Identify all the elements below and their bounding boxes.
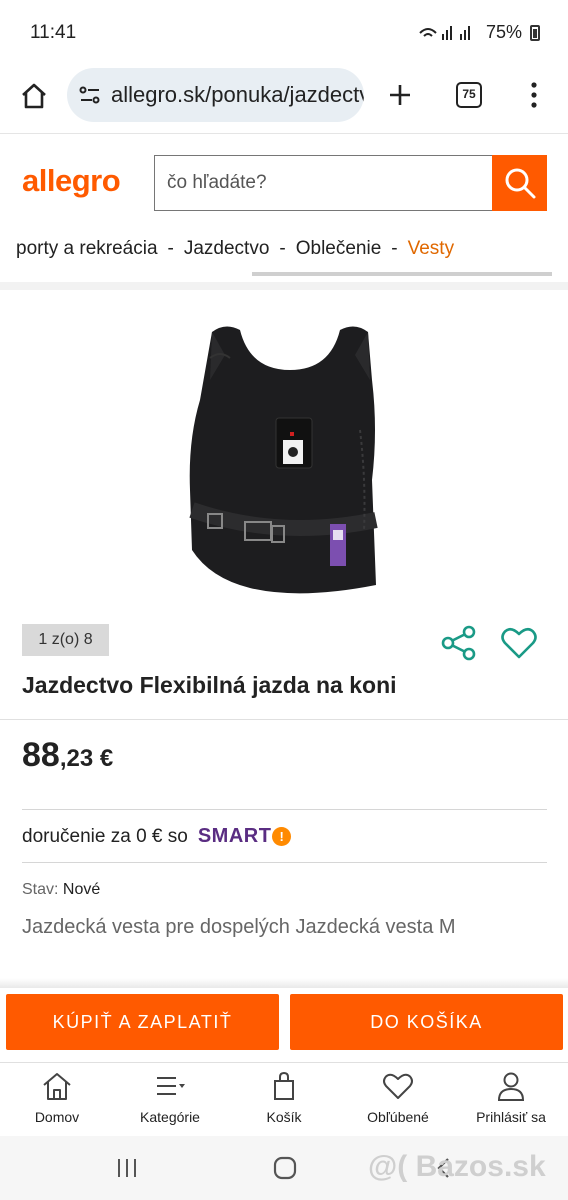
nav-label: Košík [266, 1109, 302, 1125]
condition-row: Stav: Nové [22, 881, 100, 899]
search-button[interactable] [492, 155, 547, 211]
status-bar: 11:41 75% [0, 0, 568, 66]
breadcrumb-separator: - [279, 238, 286, 259]
breadcrumb: porty a rekreácia - Jazdectvo - Oblečeni… [16, 238, 454, 260]
status-icons: 75% [418, 22, 540, 43]
breadcrumb-separator: - [167, 238, 174, 259]
more-menu-icon[interactable] [530, 82, 538, 108]
battery-percent: 75% [485, 22, 522, 42]
condition-label: Stav: [22, 881, 59, 898]
product-image[interactable] [150, 310, 430, 610]
product-title: Jazdectvo Flexibilná jazda na koni [22, 672, 397, 698]
cart-icon [274, 1071, 294, 1100]
signal-icon [419, 25, 470, 40]
delivery-info: doručenie za 0 € so SMART! [22, 825, 292, 848]
nav-label: Prihlásiť sa [476, 1109, 546, 1125]
buy-now-button[interactable]: KÚPIŤ A ZAPLATIŤ [6, 994, 279, 1050]
price-fraction: ,23 € [59, 745, 114, 772]
smart-badge[interactable]: SMART! [198, 825, 292, 848]
home-icon[interactable] [20, 82, 48, 110]
product-description: Jazdecká vesta pre dospelých Jazdecká ve… [22, 916, 456, 938]
new-tab-icon[interactable] [388, 83, 412, 107]
breadcrumb-item[interactable]: Oblečenie [296, 238, 382, 260]
tab-switcher-button[interactable]: 75 [456, 82, 482, 108]
nav-label: Obľúbené [367, 1109, 429, 1125]
search-icon [505, 168, 536, 199]
breadcrumb-current[interactable]: Vesty [408, 238, 454, 260]
nav-label: Domov [34, 1109, 80, 1125]
status-time: 11:41 [30, 22, 77, 43]
allegro-logo[interactable]: allegro [22, 163, 121, 199]
nav-item-favorites[interactable]: Obľúbené [348, 1071, 448, 1125]
nav-item-cart[interactable]: Košík [234, 1071, 334, 1125]
home-icon [43, 1073, 71, 1100]
image-counter: 1 z(o) 8 [22, 624, 109, 656]
divider [0, 719, 568, 720]
nav-item-home[interactable]: Domov [7, 1071, 107, 1125]
section-divider [0, 282, 568, 290]
user-icon [497, 1072, 525, 1101]
smart-badge-icon: ! [272, 827, 292, 846]
condition-value: Nové [62, 881, 101, 898]
delivery-text: doručenie za 0 € so [22, 825, 188, 847]
breadcrumb-item[interactable]: porty a rekreácia [16, 238, 158, 260]
bottom-navigation: Domov Kategórie Košík Obľúbené Prihlásiť… [0, 1062, 568, 1136]
price-whole: 88 [22, 736, 60, 774]
heart-icon [383, 1073, 413, 1099]
search-input[interactable] [155, 156, 493, 210]
nav-item-login[interactable]: Prihlásiť sa [461, 1071, 561, 1125]
divider [22, 809, 547, 810]
categories-icon [157, 1077, 185, 1095]
add-to-cart-button[interactable]: DO KOŠÍKA [290, 994, 563, 1050]
breadcrumb-item[interactable]: Jazdectvo [184, 238, 270, 260]
breadcrumb-scrollbar [252, 272, 552, 276]
nav-item-categories[interactable]: Kategórie [120, 1071, 220, 1125]
site-settings-icon[interactable] [79, 85, 101, 105]
action-bar-shadow [0, 978, 568, 988]
battery-icon [530, 24, 540, 41]
smart-label: SMART [197, 825, 272, 847]
favorite-heart-icon[interactable] [500, 624, 538, 662]
breadcrumb-separator: - [391, 238, 398, 259]
product-price: 88,23 € [22, 736, 113, 775]
home-button-icon[interactable] [273, 1156, 297, 1180]
search-field[interactable] [154, 155, 493, 211]
url-text: allegro.sk/ponuka/jazdectvo [111, 82, 364, 107]
url-bar[interactable]: allegro.sk/ponuka/jazdectvo [67, 68, 364, 122]
browser-toolbar: allegro.sk/ponuka/jazdectvo 75 [0, 66, 568, 134]
recent-apps-icon[interactable] [116, 1158, 138, 1178]
divider [22, 862, 547, 863]
nav-label: Kategórie [140, 1109, 200, 1125]
share-icon[interactable] [440, 624, 478, 662]
watermark: @( Bazos.sk [368, 1150, 546, 1183]
